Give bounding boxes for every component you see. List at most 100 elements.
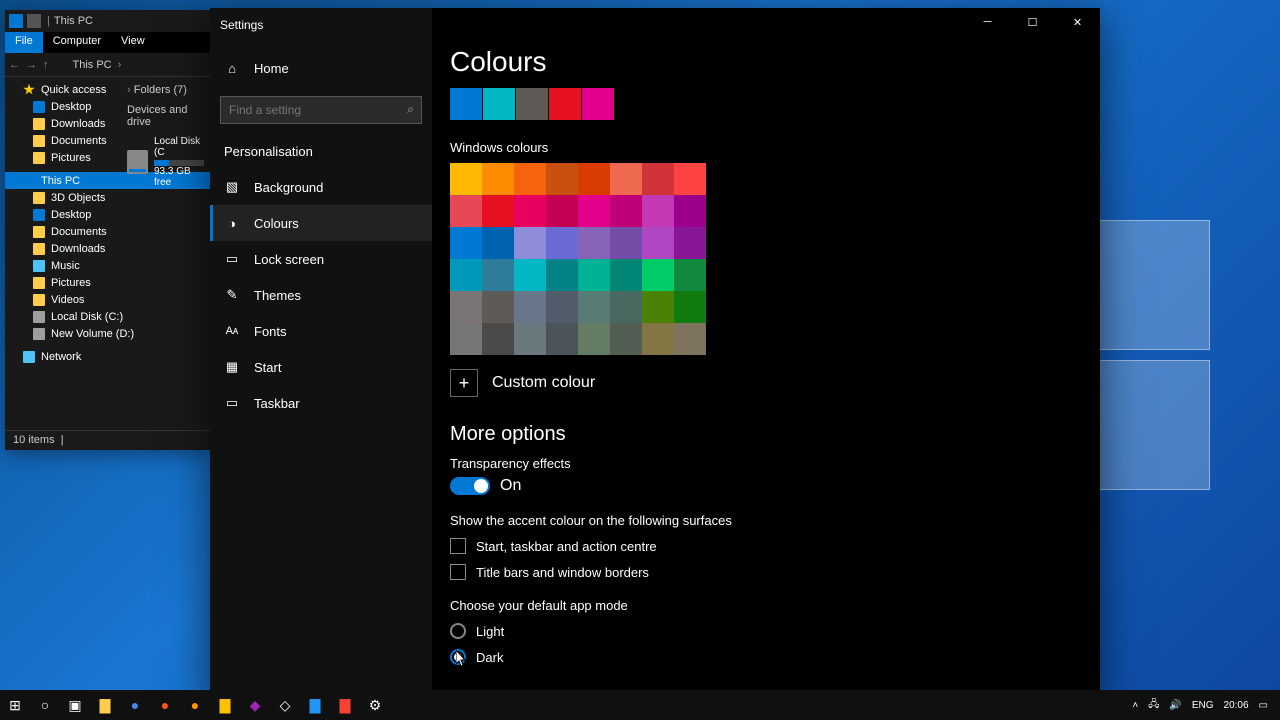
explorer-address-bar[interactable]: ← → ↑ This PC › [5, 53, 210, 77]
colour-swatch[interactable] [546, 323, 578, 355]
system-tray[interactable]: ˄ 🖧 🔊 ENG 20:06 ▭ [1132, 697, 1276, 714]
colour-swatch[interactable] [674, 163, 706, 195]
colour-swatch[interactable] [482, 259, 514, 291]
colour-swatch[interactable] [514, 323, 546, 355]
recent-colour-swatch[interactable] [549, 88, 581, 120]
colour-swatch[interactable] [610, 323, 642, 355]
colour-swatch[interactable] [514, 195, 546, 227]
tree-new-volume[interactable]: New Volume (D:) [5, 325, 210, 342]
colour-swatch[interactable] [578, 259, 610, 291]
colour-swatch[interactable] [482, 323, 514, 355]
colour-swatch[interactable] [642, 291, 674, 323]
colour-swatch[interactable] [514, 227, 546, 259]
colour-swatch[interactable] [642, 259, 674, 291]
colour-swatch[interactable] [450, 163, 482, 195]
colour-swatch[interactable] [450, 291, 482, 323]
taskbar-app-explorer[interactable]: ▇ [94, 694, 116, 716]
colour-swatch[interactable] [610, 291, 642, 323]
tree-local-disk[interactable]: Local Disk (C:) [5, 308, 210, 325]
colour-swatch[interactable] [578, 163, 610, 195]
nav-colours[interactable]: ◑Colours [210, 205, 432, 241]
colour-swatch[interactable] [674, 259, 706, 291]
colour-swatch[interactable] [674, 195, 706, 227]
colour-swatch[interactable] [642, 227, 674, 259]
colour-swatch[interactable] [450, 259, 482, 291]
taskbar-app[interactable]: ● [184, 694, 206, 716]
recent-colour-swatch[interactable] [582, 88, 614, 120]
colour-swatch[interactable] [610, 227, 642, 259]
action-center-icon[interactable]: ▭ [1259, 700, 1268, 711]
taskbar[interactable]: ⊞ ○ ▣ ▇ ● ● ● ▇ ◆ ◇ ▇ ▇ ⚙ ˄ 🖧 🔊 ENG 20:0… [0, 690, 1280, 720]
nav-start[interactable]: ▦Start [210, 349, 432, 385]
tray-chevron-up-icon[interactable]: ˄ [1132, 700, 1138, 711]
radio-dark[interactable]: Dark [450, 649, 1082, 665]
explorer-titlebar[interactable]: | This PC [5, 10, 210, 32]
tree-network[interactable]: Network [5, 348, 210, 365]
ribbon-tab-file[interactable]: File [5, 32, 43, 53]
tree-videos[interactable]: Videos [5, 291, 210, 308]
checkbox-title-bars[interactable]: Title bars and window borders [450, 564, 1082, 580]
taskbar-app[interactable]: ◇ [274, 694, 296, 716]
colour-swatch[interactable] [642, 323, 674, 355]
taskbar-app[interactable]: ▇ [214, 694, 236, 716]
radio-light[interactable]: Light [450, 623, 1082, 639]
window-minimize-button[interactable]: ─ [965, 8, 1010, 36]
custom-colour-button[interactable]: + Custom colour [450, 369, 1082, 397]
window-maximize-button[interactable]: ☐ [1010, 8, 1055, 36]
breadcrumb[interactable]: This PC [73, 59, 112, 71]
colour-swatch[interactable] [578, 291, 610, 323]
colour-swatch[interactable] [674, 323, 706, 355]
colour-swatch[interactable] [546, 291, 578, 323]
tree-downloads-2[interactable]: Downloads [5, 240, 210, 257]
taskbar-app[interactable]: ● [154, 694, 176, 716]
checkbox-start-taskbar[interactable]: Start, taskbar and action centre [450, 538, 1082, 554]
ribbon-tab-view[interactable]: View [111, 32, 155, 53]
colour-swatch[interactable] [642, 195, 674, 227]
group-drives[interactable]: Devices and drive [125, 100, 206, 132]
colour-swatch[interactable] [546, 259, 578, 291]
search-input[interactable] [220, 96, 422, 124]
tree-music[interactable]: Music [5, 257, 210, 274]
colour-swatch[interactable] [450, 195, 482, 227]
tray-clock[interactable]: 20:06 [1224, 700, 1249, 711]
tree-desktop-2[interactable]: Desktop [5, 206, 210, 223]
settings-search[interactable]: ⌕ [220, 96, 422, 124]
colour-swatch[interactable] [610, 195, 642, 227]
colour-swatch[interactable] [578, 195, 610, 227]
taskbar-app[interactable]: ▇ [334, 694, 356, 716]
taskbar-app[interactable]: ▇ [304, 694, 326, 716]
drive-local-disk-c[interactable]: Local Disk (C 93.3 GB free [125, 132, 206, 192]
colour-swatch[interactable] [450, 227, 482, 259]
task-view-button[interactable]: ▣ [64, 694, 86, 716]
nav-lock-screen[interactable]: ▭Lock screen [210, 241, 432, 277]
colour-swatch[interactable] [674, 227, 706, 259]
tray-network-icon[interactable]: 🖧 [1148, 697, 1159, 714]
nav-fonts[interactable]: AᴀFonts [210, 313, 432, 349]
nav-background[interactable]: ▧Background [210, 169, 432, 205]
nav-home[interactable]: ⌂ Home [210, 50, 432, 86]
nav-back-icon[interactable]: ← [9, 59, 20, 71]
nav-taskbar[interactable]: ▭Taskbar [210, 385, 432, 421]
recent-colour-swatch[interactable] [450, 88, 482, 120]
colour-swatch[interactable] [514, 291, 546, 323]
colour-swatch[interactable] [514, 259, 546, 291]
colour-swatch[interactable] [674, 291, 706, 323]
colour-swatch[interactable] [610, 259, 642, 291]
colour-swatch[interactable] [546, 227, 578, 259]
colour-swatch[interactable] [546, 163, 578, 195]
transparency-toggle[interactable] [450, 477, 490, 495]
nav-themes[interactable]: ✎Themes [210, 277, 432, 313]
search-button[interactable]: ○ [34, 694, 56, 716]
colour-swatch[interactable] [482, 195, 514, 227]
group-folders[interactable]: › Folders (7) [125, 80, 206, 100]
colour-swatch[interactable] [514, 163, 546, 195]
colour-swatch[interactable] [578, 227, 610, 259]
nav-forward-icon[interactable]: → [26, 59, 37, 71]
taskbar-app-settings[interactable]: ⚙ [364, 694, 386, 716]
colour-swatch[interactable] [482, 227, 514, 259]
colour-swatch[interactable] [482, 291, 514, 323]
colour-swatch[interactable] [482, 163, 514, 195]
colour-swatch[interactable] [546, 195, 578, 227]
colour-swatch[interactable] [450, 323, 482, 355]
recent-colour-swatch[interactable] [516, 88, 548, 120]
